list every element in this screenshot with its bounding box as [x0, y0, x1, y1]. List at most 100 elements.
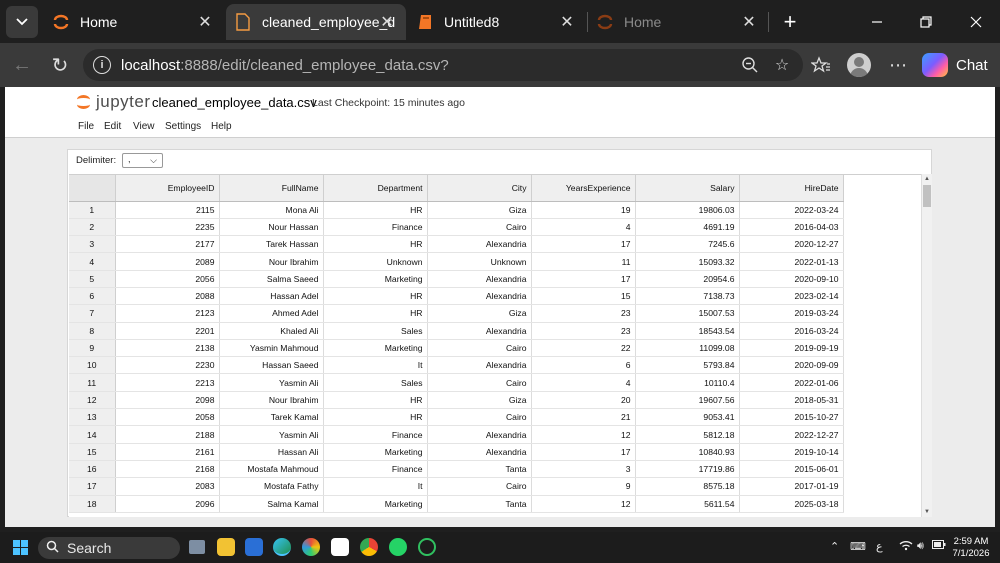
zoom-icon[interactable] — [739, 55, 761, 75]
table-cell[interactable]: 2022-01-13 — [739, 252, 844, 271]
task-view-icon[interactable] — [189, 540, 205, 554]
table-cell[interactable]: 2016-04-03 — [739, 218, 844, 237]
chevron-up-icon[interactable]: ⌃ — [830, 540, 839, 553]
row-number[interactable]: 10 — [69, 356, 116, 375]
table-cell[interactable]: 2123 — [115, 304, 220, 323]
table-cell[interactable]: 11 — [531, 252, 636, 271]
table-cell[interactable]: Marketing — [323, 270, 428, 288]
microsoft-store-icon[interactable] — [331, 538, 349, 556]
row-number[interactable]: 16 — [69, 460, 116, 479]
row-number[interactable]: 7 — [69, 304, 116, 323]
table-cell[interactable]: Hassan Adel — [219, 287, 324, 306]
table-cell[interactable]: Tanta — [427, 495, 532, 513]
info-icon[interactable]: i — [93, 56, 111, 74]
taskbar-search[interactable]: Search — [38, 537, 180, 559]
table-cell[interactable]: Hassan Ali — [219, 443, 324, 461]
row-number[interactable]: 1 — [69, 201, 116, 219]
table-cell[interactable]: 2168 — [115, 460, 220, 479]
delimiter-select[interactable]: , ⌵ — [122, 153, 163, 168]
table-cell[interactable]: 19806.03 — [635, 201, 740, 219]
scroll-down-icon[interactable]: ▼ — [922, 507, 932, 517]
copilot-app-icon[interactable] — [302, 538, 320, 556]
table-cell[interactable]: 2022-12-27 — [739, 425, 844, 444]
table-cell[interactable]: Yasmin Mahmoud — [219, 339, 324, 358]
table-cell[interactable]: HR — [323, 235, 428, 254]
chrome-icon[interactable] — [360, 538, 378, 556]
row-number[interactable]: 2 — [69, 218, 116, 237]
table-cell[interactable]: 11099.08 — [635, 339, 740, 358]
table-cell[interactable]: HR — [323, 408, 428, 427]
menu-view[interactable]: View — [133, 121, 155, 132]
table-cell[interactable]: 2098 — [115, 391, 220, 410]
table-cell[interactable]: Finance — [323, 425, 428, 444]
table-cell[interactable]: 4691.19 — [635, 218, 740, 237]
table-cell[interactable]: Giza — [427, 391, 532, 410]
table-cell[interactable]: Alexandria — [427, 425, 532, 444]
tab-home[interactable]: Home ✕ — [44, 4, 224, 40]
table-cell[interactable]: 2230 — [115, 356, 220, 375]
close-tab-icon[interactable]: ✕ — [740, 13, 758, 31]
table-cell[interactable]: 17 — [531, 443, 636, 461]
table-cell[interactable]: Finance — [323, 218, 428, 237]
vertical-scrollbar[interactable]: ▲ ▼ — [921, 174, 932, 517]
table-cell[interactable]: Unknown — [427, 252, 532, 271]
table-cell[interactable]: 2019-10-14 — [739, 443, 844, 461]
close-tab-icon[interactable]: ✕ — [378, 13, 396, 31]
input-language[interactable]: ع — [876, 540, 883, 553]
whatsapp-icon[interactable] — [389, 538, 407, 556]
row-number[interactable]: 6 — [69, 287, 116, 306]
table-cell[interactable]: Tarek Hassan — [219, 235, 324, 254]
table-cell[interactable]: 15007.53 — [635, 304, 740, 323]
table-cell[interactable]: Alexandria — [427, 235, 532, 254]
table-cell[interactable]: Yasmin Ali — [219, 373, 324, 392]
table-cell[interactable]: 17 — [531, 235, 636, 254]
table-cell[interactable]: 2020-09-09 — [739, 356, 844, 375]
file-explorer-icon[interactable] — [217, 538, 235, 556]
column-header[interactable]: City — [427, 175, 532, 202]
column-header[interactable]: EmployeeID — [115, 175, 220, 202]
table-cell[interactable]: 2015-10-27 — [739, 408, 844, 427]
table-cell[interactable]: 2022-01-06 — [739, 373, 844, 392]
table-cell[interactable]: Alexandria — [427, 356, 532, 375]
column-header[interactable]: YearsExperience — [531, 175, 636, 202]
windows-start-icon[interactable] — [13, 540, 28, 555]
row-number[interactable]: 9 — [69, 339, 116, 358]
tab-home-2[interactable]: Home ✕ — [590, 4, 768, 40]
table-cell[interactable]: 2056 — [115, 270, 220, 288]
table-cell[interactable]: 19 — [531, 201, 636, 219]
table-cell[interactable]: 12 — [531, 495, 636, 513]
table-cell[interactable]: Cairo — [427, 339, 532, 358]
table-cell[interactable]: 10110.4 — [635, 373, 740, 392]
edge-icon[interactable] — [273, 538, 291, 556]
table-cell[interactable]: Yasmin Ali — [219, 425, 324, 444]
table-cell[interactable]: Cairo — [427, 477, 532, 496]
table-cell[interactable]: 2188 — [115, 425, 220, 444]
table-cell[interactable]: Ahmed Adel — [219, 304, 324, 323]
close-window-button[interactable] — [961, 8, 991, 36]
table-cell[interactable]: 2018-05-31 — [739, 391, 844, 410]
table-cell[interactable]: 2025-03-18 — [739, 495, 844, 513]
table-cell[interactable]: 12 — [531, 425, 636, 444]
favorites-icon[interactable] — [808, 52, 834, 78]
table-cell[interactable]: Mostafa Fathy — [219, 477, 324, 496]
table-cell[interactable]: 15 — [531, 287, 636, 306]
table-cell[interactable]: 7245.6 — [635, 235, 740, 254]
table-cell[interactable]: 9 — [531, 477, 636, 496]
address-bar[interactable]: i localhost:8888/edit/cleaned_employee_d… — [83, 49, 803, 81]
volume-icon[interactable]: 🔊︎ — [917, 540, 924, 553]
table-cell[interactable]: 2201 — [115, 322, 220, 340]
row-number[interactable]: 4 — [69, 252, 116, 271]
table-cell[interactable]: 23 — [531, 322, 636, 340]
table-cell[interactable]: Alexandria — [427, 322, 532, 340]
row-number[interactable]: 13 — [69, 408, 116, 427]
favorite-star-icon[interactable]: ☆ — [771, 55, 793, 75]
table-cell[interactable]: Hassan Saeed — [219, 356, 324, 375]
table-cell[interactable]: 17 — [531, 270, 636, 288]
table-cell[interactable]: 2115 — [115, 201, 220, 219]
table-cell[interactable]: Marketing — [323, 443, 428, 461]
system-clock[interactable]: 2:59 AM 7/1/2026 — [950, 536, 992, 560]
keyboard-icon[interactable]: ⌨ — [850, 540, 866, 553]
row-number[interactable]: 5 — [69, 270, 116, 288]
table-cell[interactable]: 2213 — [115, 373, 220, 392]
table-cell[interactable]: 23 — [531, 304, 636, 323]
